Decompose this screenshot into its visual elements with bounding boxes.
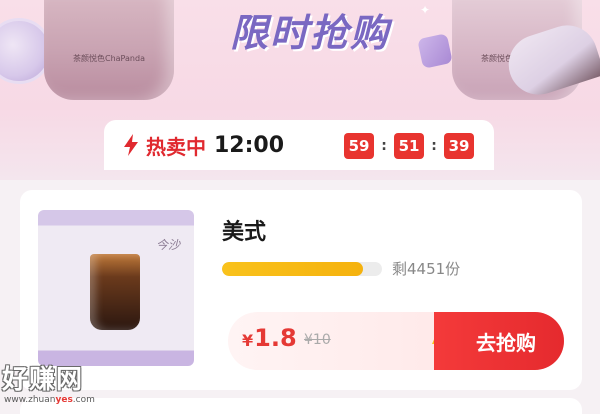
watermark-url-highlight: yes [55, 395, 73, 405]
currency-symbol: ¥ [242, 331, 254, 350]
milk-tea-cup-image: 茶颜悦色ChaPanda [44, 0, 174, 100]
session-time: 12:00 [214, 132, 285, 158]
countdown-minutes: 51 [394, 133, 424, 159]
flash-sale-session-bar: 热卖中 12:00 59 : 51 : 39 [104, 120, 494, 170]
lightning-icon [124, 134, 138, 156]
product-card[interactable]: 今沙 美式 剩4451份 ¥1.8 ¥10 去抢购 [20, 190, 582, 390]
stock-progress-fill [222, 262, 363, 276]
flash-sale-headline: 限时抢购 [229, 11, 390, 55]
countdown-timer: 59 : 51 : 39 [344, 133, 474, 159]
price-value: 1.8 [254, 324, 297, 352]
countdown-seconds: 39 [444, 133, 474, 159]
sparkle-icon: ✦ [420, 3, 431, 17]
original-price: ¥10 [304, 332, 331, 348]
countdown-separator: : [381, 138, 387, 154]
watermark-url-prefix: www.zhuan [4, 395, 56, 405]
hot-selling-label: 热卖中 [146, 134, 206, 159]
stock-progress-bar [222, 262, 382, 276]
site-watermark: 好赚网 www.zhuanyes.com [0, 366, 118, 414]
sale-price: ¥1.8 [242, 324, 297, 352]
watermark-title: 好赚网 [2, 365, 84, 395]
remaining-stock-label: 剩4451份 [392, 260, 461, 278]
countdown-hours: 59 [344, 133, 374, 159]
watermark-url: www.zhuanyes.com [0, 394, 118, 406]
grab-deal-button[interactable]: 去抢购 [434, 312, 564, 370]
price-buy-row: ¥1.8 ¥10 去抢购 [228, 312, 564, 370]
product-image[interactable]: 今沙 [38, 210, 194, 366]
cup-brand-text: 茶颜悦色ChaPanda [73, 54, 145, 63]
countdown-separator: : [431, 138, 437, 154]
coffee-cup-image [90, 254, 140, 330]
image-caption: 今沙 [156, 238, 181, 252]
product-name: 美式 [222, 220, 267, 245]
taro-cube-image [417, 33, 453, 69]
watermark-url-suffix: .com [72, 395, 95, 405]
